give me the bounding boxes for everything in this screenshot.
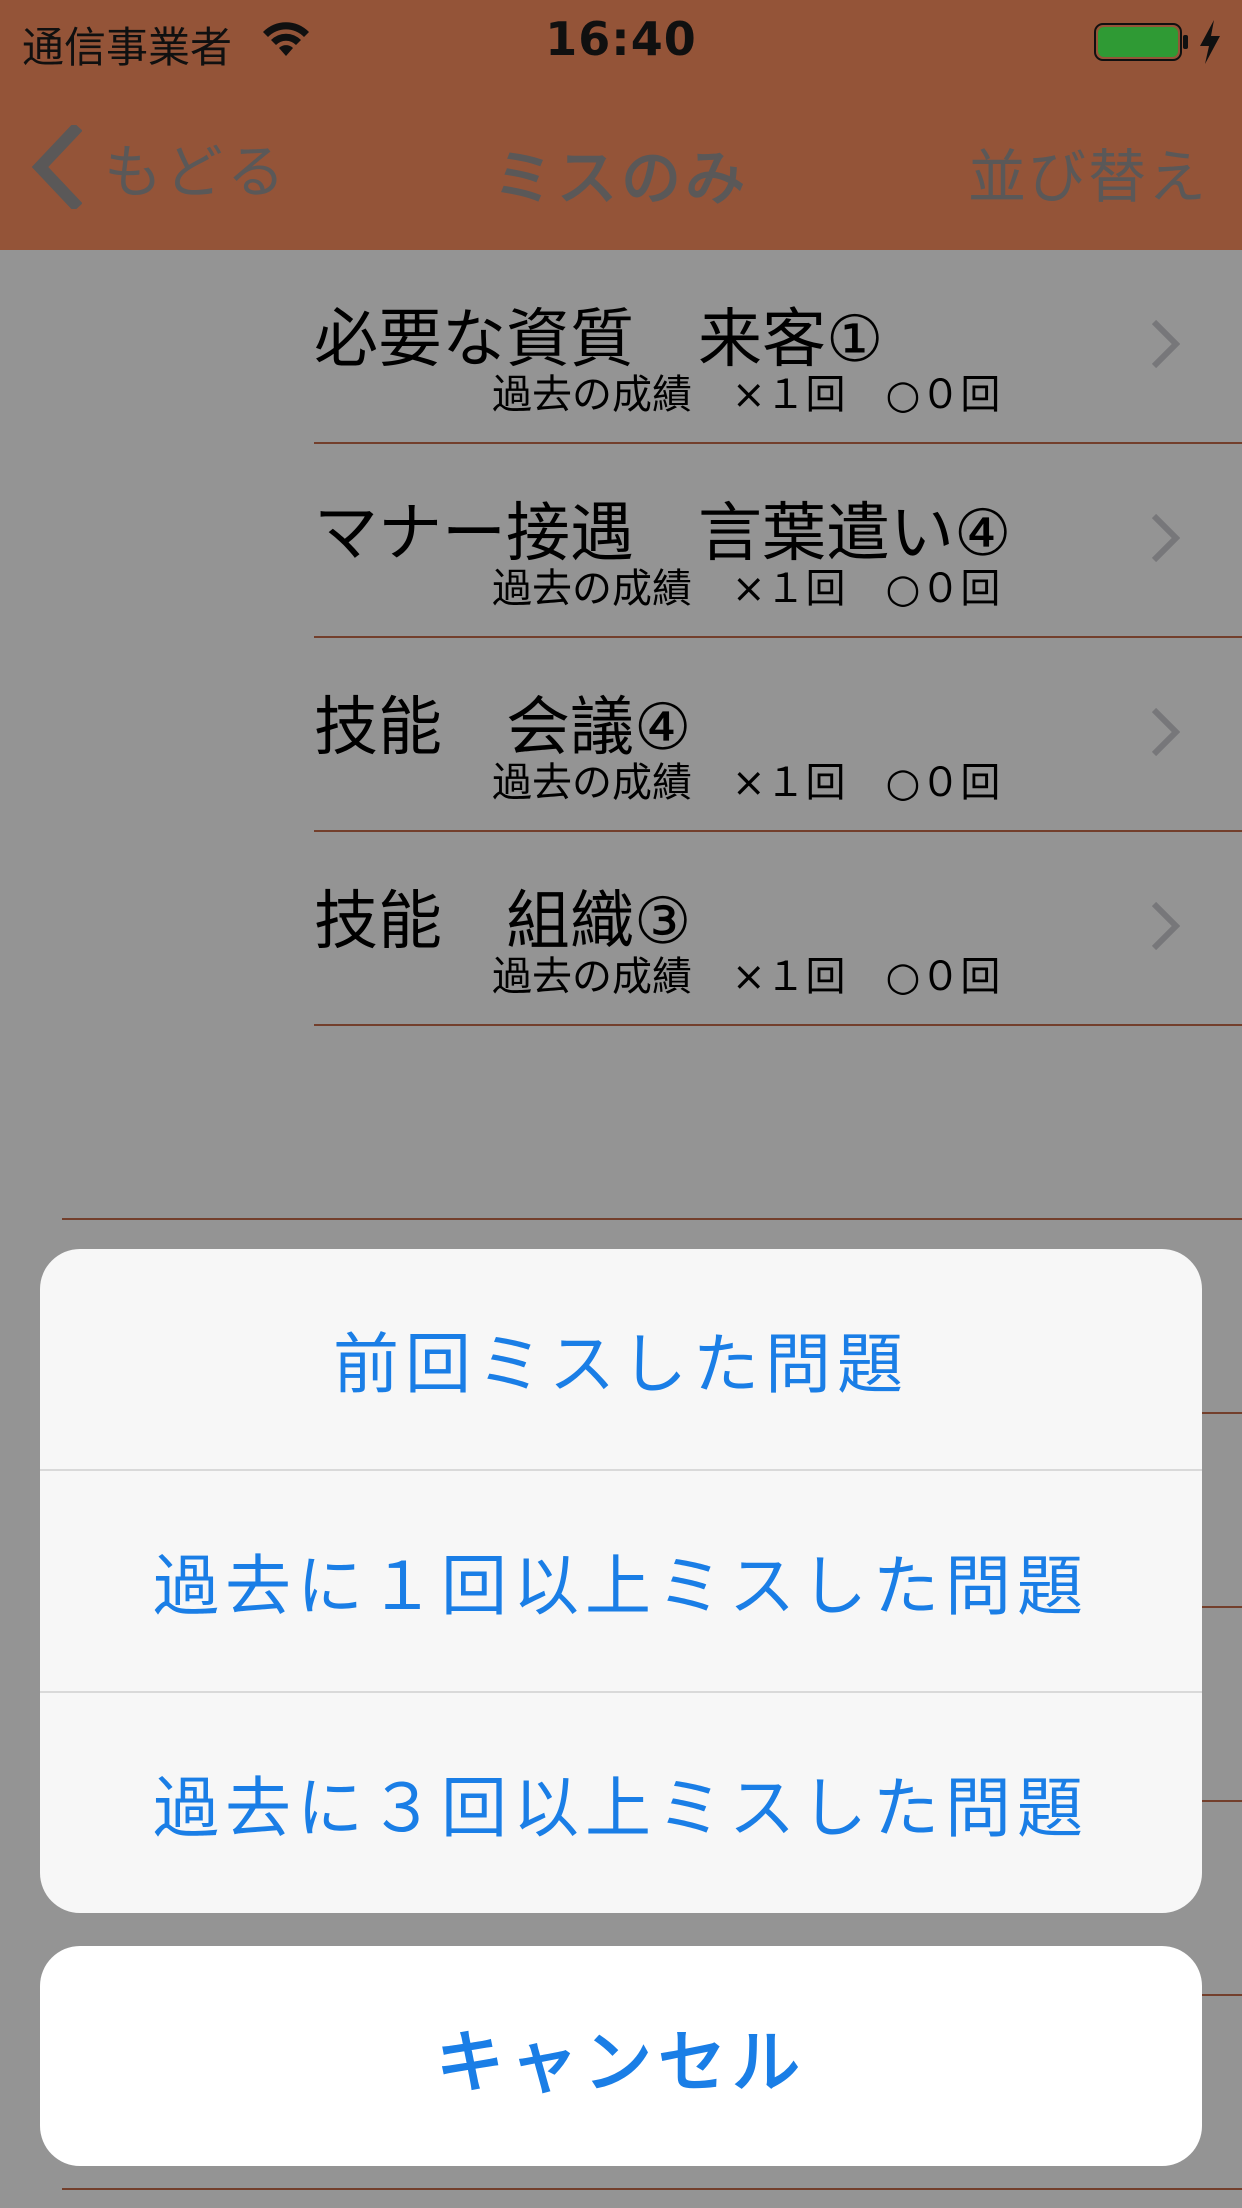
dim-overlay[interactable]	[0, 250, 1242, 2208]
cancel-button[interactable]: キャンセル	[40, 1946, 1202, 2166]
charging-bolt-icon	[1200, 20, 1220, 64]
status-bar: 通信事業者 16:40	[0, 0, 1242, 84]
action-sheet: 前回ミスした問題 過去に１回以上ミスした問題 過去に３回以上ミスした問題	[40, 1249, 1202, 1913]
sort-button[interactable]: 並び替え	[968, 130, 1208, 214]
option-last-missed[interactable]: 前回ミスした問題	[40, 1249, 1202, 1469]
clock-time: 16:40	[545, 12, 697, 66]
battery-icon	[1094, 23, 1188, 61]
navigation-bar: もどる ミスのみ 並び替え	[0, 84, 1242, 250]
option-missed-three-or-more[interactable]: 過去に３回以上ミスした問題	[40, 1693, 1202, 1913]
option-missed-once-or-more[interactable]: 過去に１回以上ミスした問題	[40, 1471, 1202, 1691]
